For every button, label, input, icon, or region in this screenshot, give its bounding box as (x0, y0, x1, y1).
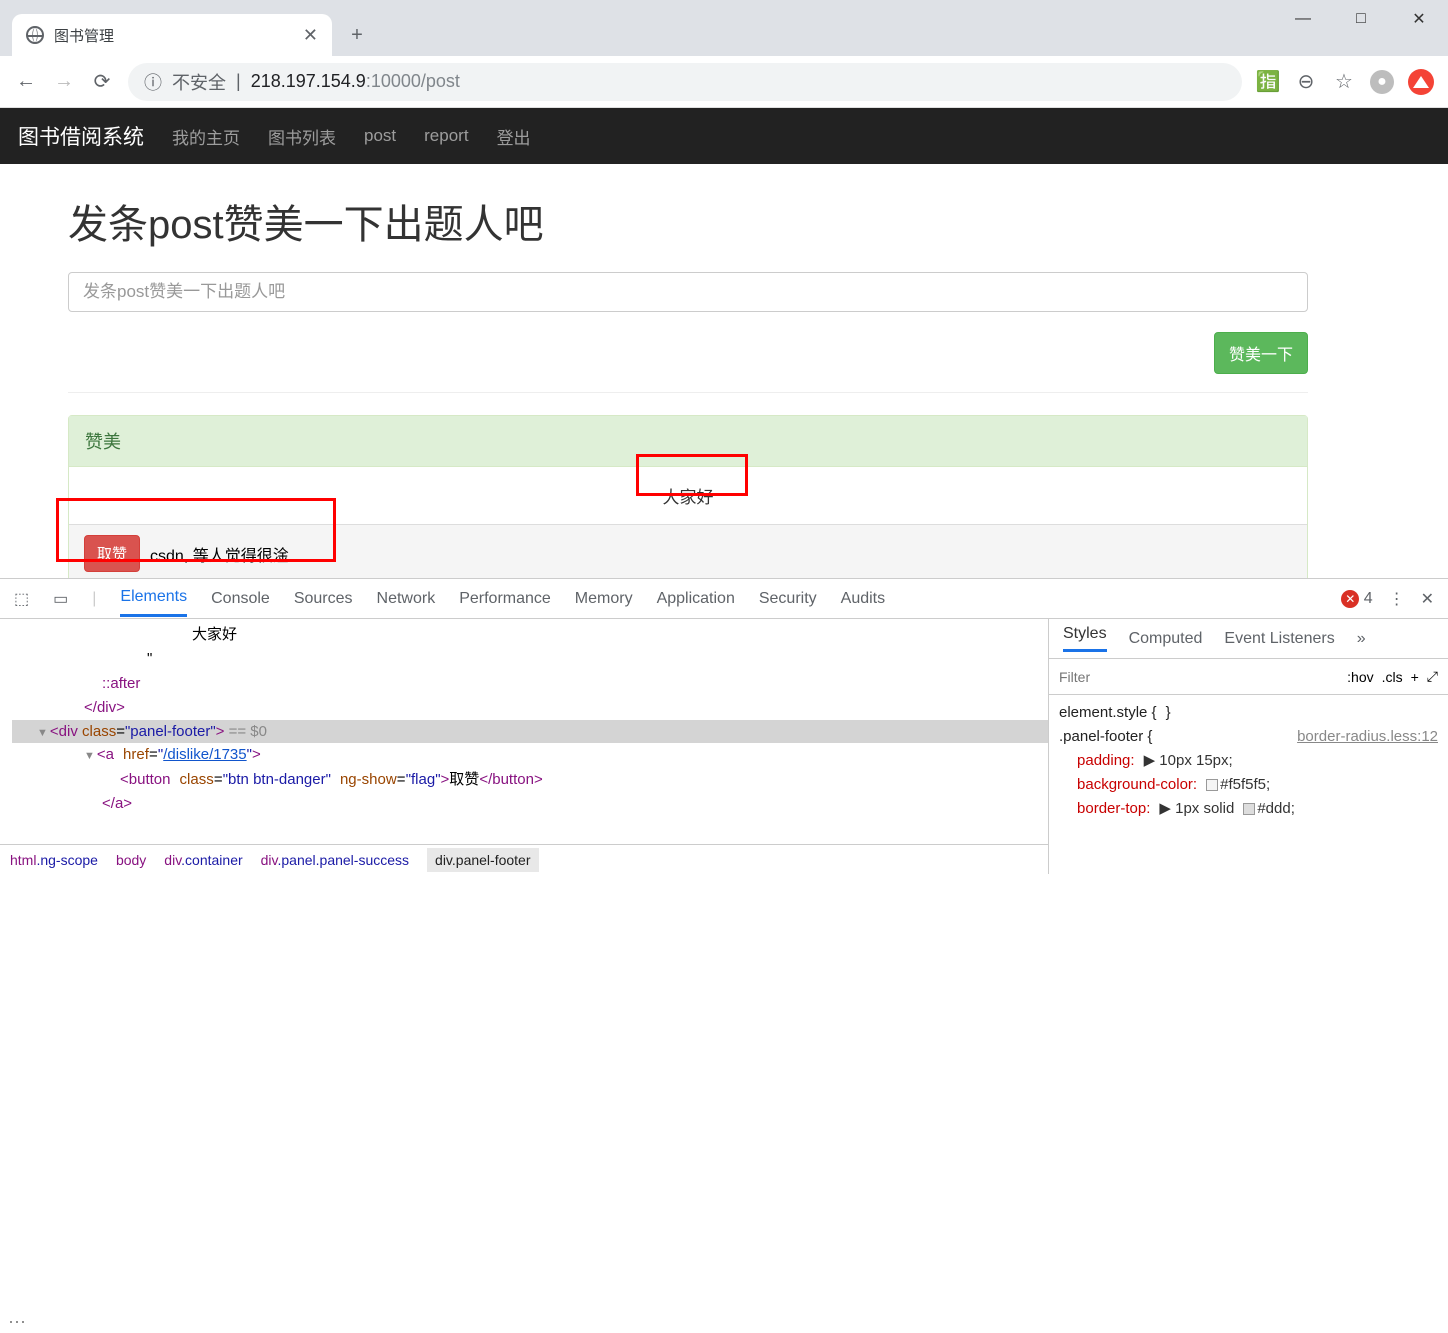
devtools-tab-application[interactable]: Application (657, 582, 735, 616)
add-rule-icon[interactable]: + (1411, 669, 1419, 685)
devtools-tab-audits[interactable]: Audits (841, 582, 885, 616)
nav-home[interactable]: 我的主页 (172, 124, 240, 149)
devtools-menu-icon[interactable]: ⋮ (1389, 589, 1405, 609)
separator: | (236, 71, 241, 92)
cls-toggle[interactable]: .cls (1382, 669, 1403, 685)
error-indicator[interactable]: ✕ 4 (1341, 590, 1372, 608)
back-button[interactable]: ← (14, 70, 38, 94)
post-panel: 赞美 大家好 取赞 csdn, 等人觉得很淦 (68, 415, 1308, 583)
devtools-close-icon[interactable]: ✕ (1421, 589, 1434, 609)
footer-text: csdn, 等人觉得很淦 (150, 542, 289, 566)
nav-books[interactable]: 图书列表 (268, 124, 336, 149)
styles-pane[interactable]: element.style { } border-radius.less:12.… (1049, 695, 1448, 874)
new-tab-button[interactable]: + (342, 20, 372, 50)
submit-button[interactable]: 赞美一下 (1214, 332, 1308, 374)
devtools-tab-elements[interactable]: Elements (120, 580, 187, 617)
window-minimize-button[interactable]: — (1274, 0, 1332, 38)
elements-tree[interactable]: 大家好 " ::after </div> ▼<div class="panel-… (0, 619, 1048, 844)
url-text: 218.197.154.9:10000/post (251, 71, 460, 92)
page-heading: 发条post赞美一下出题人吧 (68, 192, 1358, 250)
translate-icon[interactable]: 🈯 (1256, 70, 1280, 94)
nav-report[interactable]: report (424, 126, 468, 146)
nav-post[interactable]: post (364, 126, 396, 146)
bookmark-icon[interactable]: ☆ (1332, 70, 1356, 94)
window-close-button[interactable]: ✕ (1390, 0, 1448, 38)
divider (68, 392, 1308, 393)
computed-tab[interactable]: Computed (1129, 630, 1203, 648)
devtools-tab-network[interactable]: Network (377, 582, 436, 616)
devtools-tab-memory[interactable]: Memory (575, 582, 633, 616)
listeners-tab[interactable]: Event Listeners (1224, 630, 1334, 648)
styles-tab[interactable]: Styles (1063, 625, 1107, 652)
breadcrumb[interactable]: html.ng-scope body div.container div.pan… (0, 844, 1048, 874)
panel-footer: 取赞 csdn, 等人觉得很淦 (69, 524, 1307, 582)
devtools-tab-performance[interactable]: Performance (459, 582, 551, 616)
devtools-tab-security[interactable]: Security (759, 582, 817, 616)
device-toggle-icon[interactable]: ▭ (53, 589, 68, 609)
more-tabs-icon[interactable]: » (1357, 630, 1366, 648)
hov-toggle[interactable]: :hov (1347, 669, 1373, 685)
inspect-icon[interactable]: ⬚ (14, 589, 29, 609)
styles-filter-input[interactable] (1059, 669, 1339, 685)
panel-title: 赞美 (69, 416, 1307, 467)
devtools-panel: ⬚ ▭ | Elements Console Sources Network P… (0, 578, 1448, 874)
post-body: 大家好 (69, 467, 1307, 524)
globe-icon (26, 26, 44, 44)
dislike-button[interactable]: 取赞 (84, 535, 140, 572)
devtools-tab-console[interactable]: Console (211, 582, 270, 616)
app-navbar: 图书借阅系统 我的主页 图书列表 post report 登出 (0, 108, 1448, 164)
window-maximize-button[interactable]: □ (1332, 0, 1390, 38)
security-label: 不安全 (172, 69, 226, 95)
forward-button[interactable]: → (52, 70, 76, 94)
info-icon: ⓘ (144, 69, 162, 95)
zoom-icon[interactable]: ⊖ (1294, 70, 1318, 94)
extension-icon[interactable] (1408, 69, 1434, 95)
tab-title: 图书管理 (54, 25, 114, 46)
post-input[interactable] (68, 272, 1308, 312)
app-brand[interactable]: 图书借阅系统 (18, 121, 144, 151)
close-tab-icon[interactable]: ✕ (303, 25, 318, 46)
nav-logout[interactable]: 登出 (497, 124, 531, 149)
browser-tab[interactable]: 图书管理 ✕ (12, 14, 332, 56)
pin-icon[interactable]: ⤢ (1427, 668, 1438, 685)
address-bar[interactable]: ⓘ 不安全 | 218.197.154.9:10000/post (128, 63, 1242, 101)
reload-button[interactable]: ⟳ (90, 70, 114, 94)
devtools-tab-sources[interactable]: Sources (294, 582, 353, 616)
profile-icon[interactable]: ● (1370, 70, 1394, 94)
